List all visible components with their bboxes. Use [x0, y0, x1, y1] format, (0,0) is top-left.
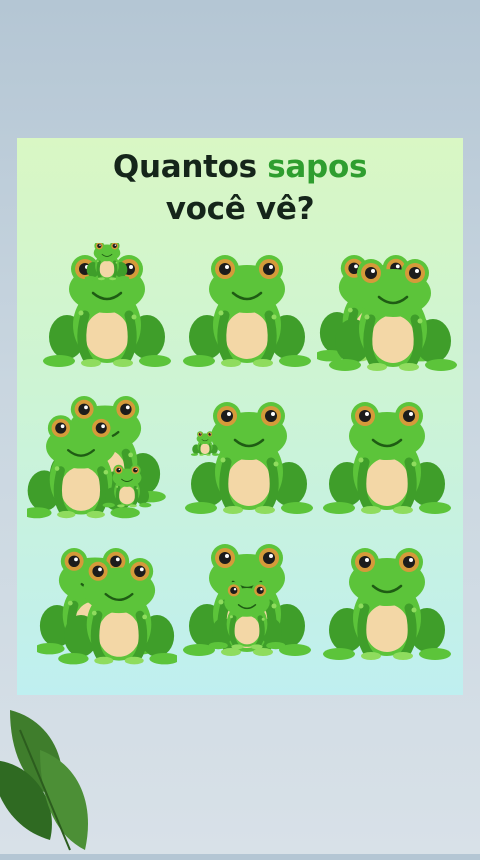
frog — [323, 402, 451, 514]
frog-cell-8 — [183, 544, 311, 656]
frog — [323, 548, 451, 660]
frog-cell-4 — [27, 396, 166, 519]
frog-cell-3 — [317, 255, 457, 371]
frog-cell-2 — [183, 255, 311, 367]
frog-cell-9 — [323, 548, 451, 660]
plant-decoration — [0, 710, 88, 851]
frog-grid — [17, 138, 463, 695]
frog — [183, 255, 311, 367]
puzzle-card: Quantos sapos você vê? — [17, 138, 463, 695]
frog — [185, 402, 313, 514]
frog-cell-6 — [323, 402, 451, 514]
frog-cell-1 — [43, 243, 171, 367]
frog-cell-5 — [185, 402, 313, 514]
frog-cell-7 — [37, 548, 177, 665]
